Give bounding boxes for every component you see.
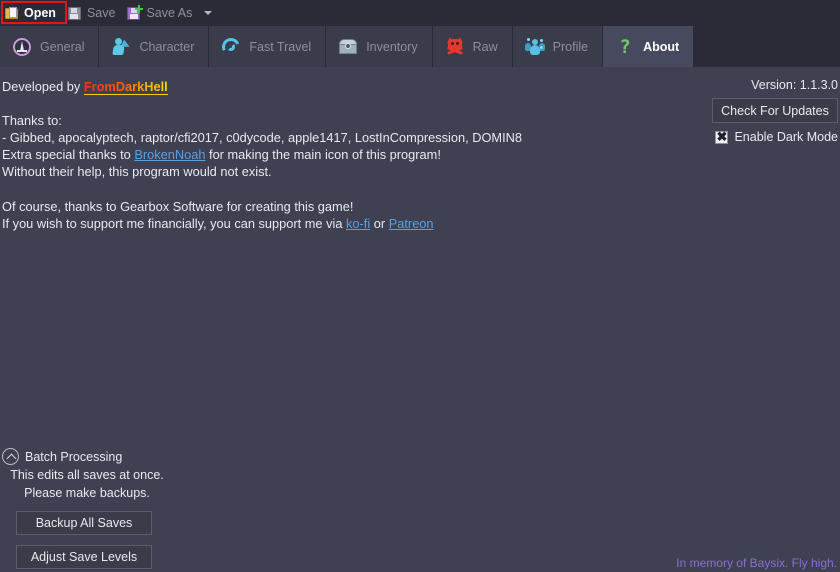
enable-dark-mode-checkbox[interactable]: ✖ Enable Dark Mode [715,128,838,144]
about-panel: Developed by FromDarkHell Thanks to: - G… [0,67,840,572]
thanks-heading: Thanks to: [2,113,62,128]
open-button[interactable]: Open [0,0,63,26]
tab-fast-travel-label: Fast Travel [249,39,312,54]
folder-open-icon [5,6,19,20]
save-button-label: Save [86,6,116,20]
treasure-chest-icon [338,37,358,57]
support-line: If you wish to support me financially, y… [2,215,434,232]
open-button-label: Open [24,6,56,20]
tab-profile[interactable]: Profile [512,26,604,67]
batch-processing-header[interactable]: Batch Processing [0,448,200,465]
checkbox-x-icon: ✖ [716,128,728,144]
without-help-line: Without their help, this program would n… [2,164,272,179]
tab-inventory[interactable]: Inventory [326,26,433,67]
tab-raw-label: Raw [472,39,498,54]
adjust-save-levels-button[interactable]: Adjust Save Levels [16,545,152,569]
character-bolt-icon [111,37,132,57]
chevron-down-icon [204,11,213,15]
tab-character-label: Character [139,39,195,54]
batch-processing-section: Batch Processing This edits all saves at… [0,448,200,569]
check-for-updates-button[interactable]: Check For Updates [712,98,838,123]
checkbox-box[interactable]: ✖ [715,128,729,144]
tab-profile-label: Profile [552,39,589,54]
tab-inventory-label: Inventory [366,39,418,54]
contributors-line: - Gibbed, apocalyptech, raptor/cfi2017, … [2,130,522,145]
backup-all-saves-button[interactable]: Backup All Saves [16,511,152,535]
save-button[interactable]: Save [63,0,123,26]
main-toolbar: Open Save Save As [0,0,840,26]
tab-character[interactable]: Character [99,26,210,67]
support-prefix: If you wish to support me financially, y… [2,216,347,231]
tab-raw[interactable]: Raw [432,26,513,67]
tab-general[interactable]: General [0,26,100,67]
version-label: Version: 1.1.3.0 [751,78,838,92]
chevron-up-circle-icon[interactable] [2,448,19,465]
developed-by-prefix: Developed by [2,79,84,94]
patreon-link[interactable]: Patreon [389,216,434,231]
batch-note-line-1: This edits all saves at once. [10,468,164,482]
spiral-portal-icon [219,34,243,59]
special-thanks-prefix: Extra special thanks to [2,147,135,162]
toolbar-overflow-button[interactable] [199,0,217,26]
floppy-disk-icon [67,6,82,20]
brokennoah-link[interactable]: BrokenNoah [134,147,205,162]
tab-fast-travel[interactable]: Fast Travel [209,26,327,67]
app-window: Open Save Save As General Character Fast… [0,0,840,572]
vault-symbol-icon [12,37,32,57]
developer-link[interactable]: FromDarkHell [83,79,168,95]
open-button-wrapper: Open [0,0,67,26]
support-separator: or [370,216,389,231]
batch-processing-title: Batch Processing [25,449,123,464]
tab-general-label: General [40,39,85,54]
special-thanks-line: Extra special thanks to BrokenNoah for m… [2,146,441,163]
tab-bar: General Character Fast Travel Inventory [0,26,840,67]
save-as-button[interactable]: Save As [122,0,199,26]
batch-note-line-2: Please make backups. [24,486,150,500]
tab-about[interactable]: ? About [603,26,695,67]
special-thanks-suffix: for making the main icon of this program… [205,147,441,162]
gearbox-line: Of course, thanks to Gearbox Software fo… [2,199,354,214]
tabbar-filler [694,26,840,67]
psycho-skull-icon [445,36,465,57]
memorial-text: In memory of Baysix. Fly high. [676,556,837,570]
developed-by-line: Developed by FromDarkHell [2,78,168,95]
floppy-disk-plus-icon [127,4,144,20]
tab-about-label: About [643,39,680,54]
save-as-button-label: Save As [146,6,193,20]
green-question-mark-icon: ? [619,35,631,58]
kofi-link[interactable]: ko-fi [346,216,370,231]
people-group-icon [524,37,545,57]
enable-dark-mode-label: Enable Dark Mode [734,130,838,144]
